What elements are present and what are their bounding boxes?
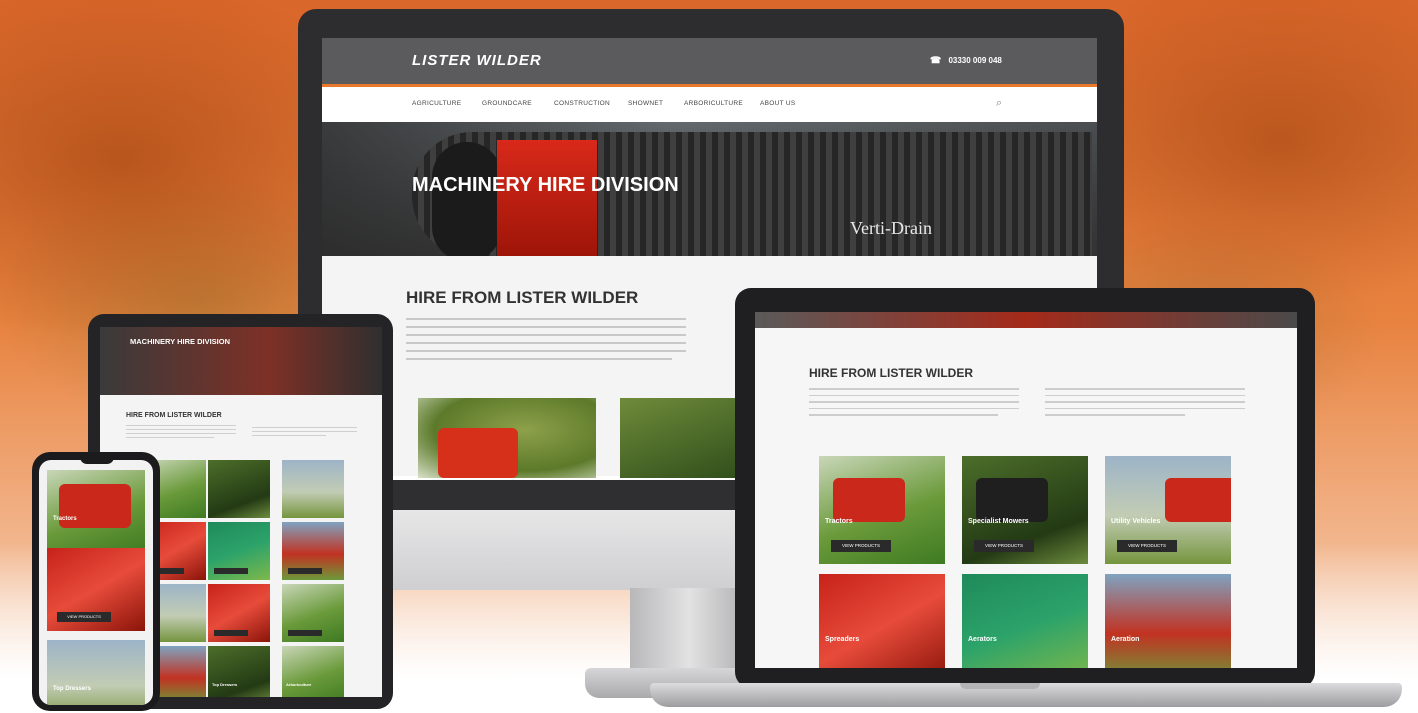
- tile-label: Spreaders: [825, 636, 860, 643]
- search-icon[interactable]: ⌕: [996, 97, 1002, 110]
- phone-product-tile[interactable]: Top Dressers: [47, 640, 145, 705]
- section-title: HIRE FROM LISTER WILDER: [406, 288, 639, 307]
- tablet-tile[interactable]: [282, 584, 344, 642]
- nav-item-arboriculture[interactable]: ARBORICULTURE: [684, 100, 743, 107]
- phone-product-tile[interactable]: VIEW PRODUCTS: [47, 548, 145, 631]
- product-tile-aerators[interactable]: Aerators: [962, 574, 1088, 668]
- tablet-paragraph-left: [126, 425, 236, 441]
- tablet-tile[interactable]: [208, 460, 270, 518]
- hero-banner: MACHINERY HIRE DIVISION Verti-Drain: [322, 122, 1097, 256]
- tablet-tile[interactable]: [282, 460, 344, 518]
- phone-screen: Tractors VIEW PRODUCTS Top Dressers: [39, 460, 153, 705]
- nav-item-shownet[interactable]: SHOWNET: [628, 100, 663, 107]
- tile-label: Tractors: [53, 516, 77, 522]
- tablet-tile[interactable]: [208, 522, 270, 580]
- product-image-tractor[interactable]: [418, 398, 596, 478]
- utility-vehicle-shape: [1165, 478, 1231, 522]
- tablet-hero-title: MACHINERY HIRE DIVISION: [130, 337, 231, 346]
- tablet-hero: MACHINERY HIRE DIVISION: [100, 327, 382, 395]
- view-products-button[interactable]: [214, 568, 248, 574]
- view-products-button[interactable]: VIEW PRODUCTS: [974, 540, 1034, 552]
- product-tile-utility[interactable]: Utility Vehicles VIEW PRODUCTS: [1105, 456, 1231, 564]
- tile-label: Aerators: [968, 636, 997, 643]
- product-tile-tractors[interactable]: Tractors VIEW PRODUCTS: [819, 456, 945, 564]
- mower-shape: [976, 478, 1048, 522]
- laptop-paragraph-right: [1045, 388, 1245, 421]
- tile-label: Top Dressers: [212, 682, 238, 687]
- laptop-paragraph-left: [809, 388, 1019, 421]
- nav-item-agriculture[interactable]: AGRICULTURE: [412, 100, 461, 107]
- view-products-button[interactable]: [288, 630, 322, 636]
- laptop-screen: HIRE FROM LISTER WILDER Tractors VIEW PR…: [755, 312, 1297, 668]
- phone-number: 03330 009 048: [948, 56, 1002, 65]
- product-tile-spreaders[interactable]: Spreaders: [819, 574, 945, 668]
- product-tile-aeration[interactable]: Aeration: [1105, 574, 1231, 668]
- nav-item-about-us[interactable]: ABOUT US: [760, 100, 796, 107]
- desktop-header-bar: LISTER WILDER ☎ 03330 009 048: [322, 38, 1097, 84]
- desktop-main-nav: AGRICULTURE GROUNDCARE CONSTRUCTION SHOW…: [322, 84, 1097, 122]
- phone-notch: [80, 455, 114, 464]
- tile-label: Top Dressers: [53, 686, 91, 692]
- product-tile-mowers[interactable]: Specialist Mowers VIEW PRODUCTS: [962, 456, 1088, 564]
- desktop-monitor-stand: [630, 588, 748, 678]
- tablet-tile[interactable]: Arboriculture: [282, 646, 344, 697]
- hero-machine-wheel: [432, 142, 502, 256]
- tablet-tile[interactable]: [208, 584, 270, 642]
- tile-label: Utility Vehicles: [1111, 518, 1161, 525]
- laptop-notch: [960, 683, 1040, 689]
- view-products-button[interactable]: [214, 630, 248, 636]
- phone-icon: ☎: [930, 55, 942, 65]
- tablet-section-title: HIRE FROM LISTER WILDER: [126, 412, 222, 419]
- view-products-button[interactable]: [288, 568, 322, 574]
- view-products-button[interactable]: VIEW PRODUCTS: [57, 612, 111, 622]
- tile-label: Specialist Mowers: [968, 518, 1029, 525]
- nav-item-groundcare[interactable]: GROUNDCARE: [482, 100, 532, 107]
- tablet-tile[interactable]: Top Dressers: [208, 646, 270, 697]
- section-paragraph: [406, 318, 686, 366]
- phone-product-tile[interactable]: Tractors: [47, 470, 145, 553]
- tile-label: Arboriculture: [286, 682, 312, 687]
- site-logo[interactable]: LISTER WILDER: [412, 52, 542, 69]
- tablet-paragraph-right: [252, 427, 357, 439]
- tile-label: Aeration: [1111, 636, 1140, 643]
- view-products-button[interactable]: VIEW PRODUCTS: [831, 540, 891, 552]
- hero-title: MACHINERY HIRE DIVISION: [412, 174, 679, 196]
- tablet-tile[interactable]: [282, 522, 344, 580]
- nav-item-construction[interactable]: CONSTRUCTION: [554, 100, 610, 107]
- header-phone[interactable]: ☎ 03330 009 048: [930, 55, 1002, 66]
- hero-brand-text: Verti-Drain: [850, 218, 932, 238]
- view-products-button[interactable]: VIEW PRODUCTS: [1117, 540, 1177, 552]
- hero-machine-frame: [497, 140, 597, 256]
- laptop-section-title: HIRE FROM LISTER WILDER: [809, 366, 973, 380]
- tractor-shape: [438, 428, 518, 478]
- tractor-shape: [833, 478, 905, 522]
- laptop-hero-strip: [755, 312, 1297, 328]
- tile-label: Tractors: [825, 518, 853, 525]
- product-image-mower[interactable]: [620, 398, 750, 478]
